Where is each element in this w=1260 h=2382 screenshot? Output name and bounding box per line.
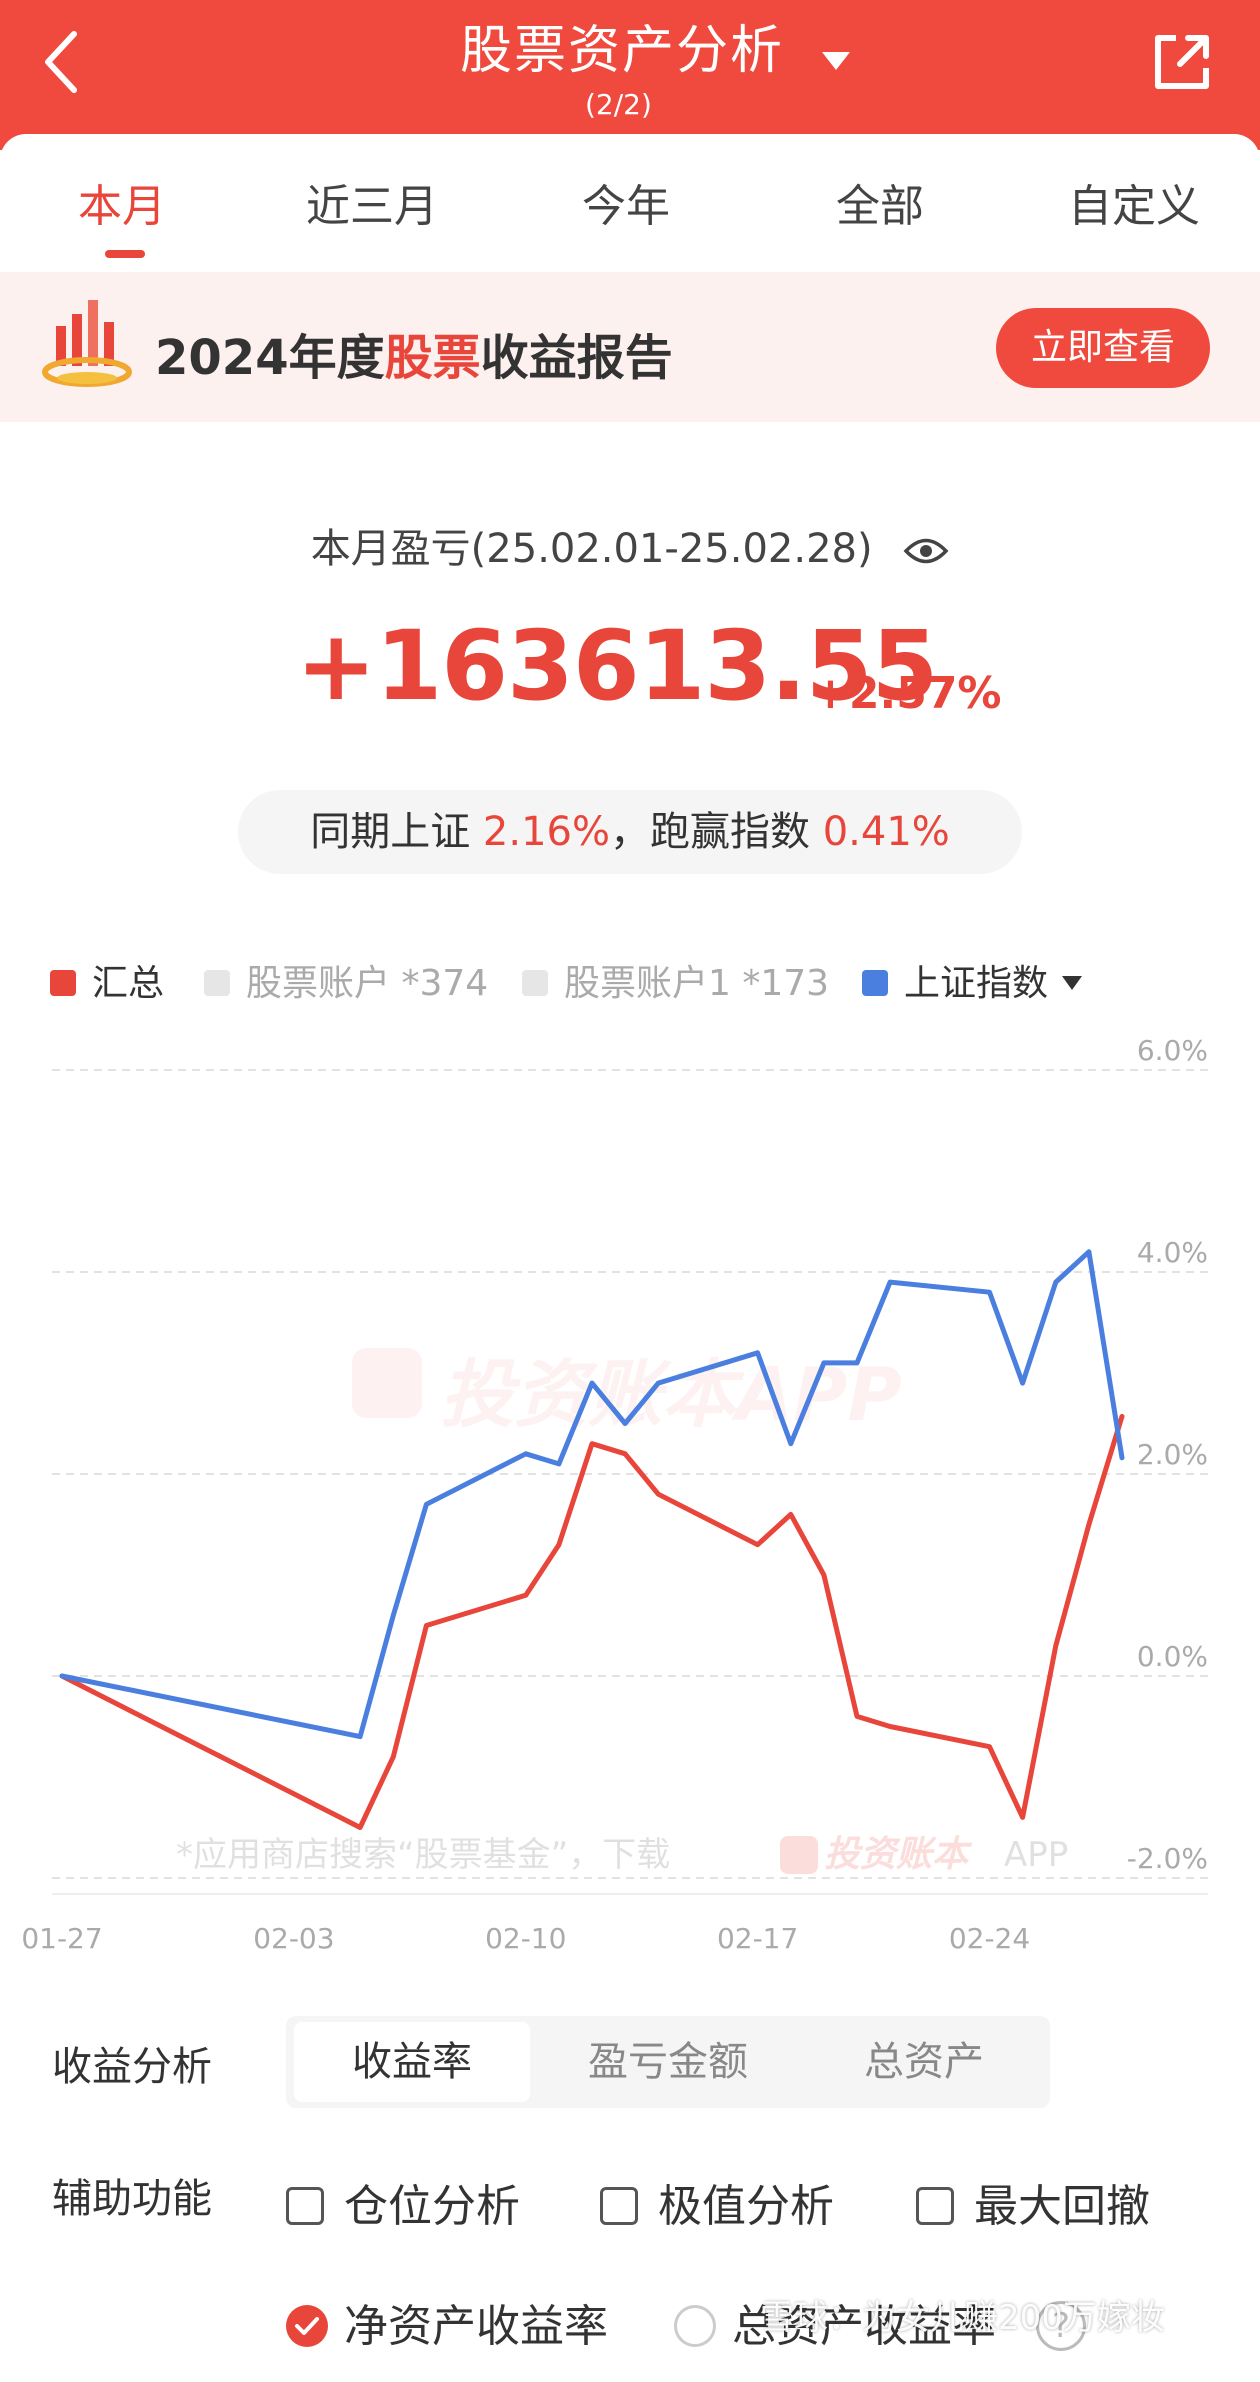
candlestick-trophy-icon (42, 300, 132, 387)
footnote-logo-icon (780, 1836, 818, 1874)
footnote-app: APP (1004, 1835, 1068, 1875)
pl-label-text: 本月盈亏(25.02.01-25.02.28) (310, 526, 873, 572)
app-header: 股票资产分析 (2/2) (0, 0, 1260, 150)
option-return-rate[interactable]: 收益率 (294, 2022, 530, 2102)
radio-unchecked-icon[interactable] (674, 2305, 716, 2347)
page-title[interactable]: 股票资产分析 (460, 8, 784, 83)
aux-label: 辅助功能 (52, 2176, 212, 2222)
checkbox-position-analysis[interactable]: 仓位分析 (286, 2170, 520, 2234)
checkbox-icon[interactable] (916, 2187, 954, 2225)
x-tick-label: 02-17 (717, 1922, 798, 1955)
watermark-logo-icon (352, 1348, 422, 1418)
y-tick-label: 2.0% (1137, 1438, 1208, 1471)
option-pl-amount[interactable]: 盈亏金额 (550, 2022, 786, 2102)
series-line-sse-index (59, 1249, 1125, 1740)
tab-this-month[interactable]: 本月 (78, 170, 166, 234)
y-tick-label: 0.0% (1137, 1640, 1208, 1673)
checkbox-max-drawdown[interactable]: 最大回撤 (916, 2170, 1150, 2234)
banner-highlight: 股票 (384, 330, 481, 386)
y-tick-label: 6.0% (1137, 1034, 1208, 1067)
x-tick-label: 02-24 (949, 1922, 1030, 1955)
legend-item-sse-index[interactable]: 上证指数 (862, 954, 1083, 1006)
index-comparison: 同期上证 2.16%，跑赢指数 0.41% (238, 790, 1022, 874)
legend-swatch (204, 970, 230, 996)
checkbox-icon[interactable] (286, 2187, 324, 2225)
back-arrow-icon[interactable] (36, 26, 92, 98)
pl-period-label: 本月盈亏(25.02.01-25.02.28) (0, 516, 1260, 574)
x-tick-label: 01-27 (21, 1922, 102, 1955)
series-line-total (59, 1413, 1125, 1830)
x-tick-label: 02-03 (253, 1922, 334, 1955)
footnote-brand: 投资账本 (824, 1834, 973, 1875)
share-export-icon[interactable] (1150, 30, 1214, 94)
radio-net-asset-return[interactable]: 净资产收益率 (286, 2290, 608, 2354)
chart-legend: 汇总 股票账户 *374 股票账户1 *173 上证指数 (0, 946, 1260, 1006)
period-tabs: 本月 近三月 今年 全部 自定义 (0, 134, 1260, 270)
tab-three-months[interactable]: 近三月 (306, 170, 438, 234)
legend-item-account-374[interactable]: 股票账户 *374 (204, 954, 488, 1006)
legend-swatch (522, 970, 548, 996)
beat-index-value: 0.41% (822, 809, 950, 855)
active-tab-indicator (105, 250, 145, 258)
analysis-label: 收益分析 (52, 2044, 212, 2090)
checkbox-icon[interactable] (600, 2187, 638, 2225)
pl-percent: +2.57% (812, 668, 1002, 719)
checkbox-extreme-analysis[interactable]: 极值分析 (600, 2170, 834, 2234)
banner-title: 2024年度股票收益报告 (155, 330, 673, 386)
tab-this-year[interactable]: 今年 (582, 170, 670, 234)
index-return: 2.16% (482, 809, 610, 855)
source-watermark: 雪球：为女儿赚200万嫁妆 (760, 2298, 1165, 2338)
title-dropdown-icon[interactable] (822, 52, 850, 70)
return-line-chart[interactable]: 6.0% 4.0% 2.0% 0.0% -2.0% 投资账本 APP *应用商店搜索“股票基… (0, 1030, 1260, 1970)
eye-icon[interactable] (903, 534, 949, 568)
view-report-button[interactable]: 立即查看 (996, 308, 1210, 388)
legend-item-total[interactable]: 汇总 (50, 954, 164, 1006)
chevron-down-icon[interactable] (1062, 976, 1083, 990)
tab-custom[interactable]: 自定义 (1068, 170, 1200, 234)
y-tick-label: -2.0% (1127, 1842, 1208, 1875)
legend-item-account-173[interactable]: 股票账户1 *173 (522, 954, 829, 1006)
tab-all[interactable]: 全部 (836, 170, 924, 234)
legend-swatch (50, 970, 76, 996)
annual-report-banner[interactable]: 2024年度股票收益报告 立即查看 (0, 272, 1260, 422)
option-total-assets[interactable]: 总资产 (806, 2022, 1042, 2102)
legend-swatch (862, 970, 888, 996)
radio-checked-icon[interactable] (286, 2305, 328, 2347)
page-counter: (2/2) (585, 88, 652, 121)
chart-footnote: *应用商店搜索“股票基金”，下载 (176, 1835, 670, 1875)
analysis-segmented-control: 收益率 盈亏金额 总资产 (286, 2016, 1050, 2108)
y-tick-label: 4.0% (1137, 1236, 1208, 1269)
x-tick-label: 02-10 (485, 1922, 566, 1955)
